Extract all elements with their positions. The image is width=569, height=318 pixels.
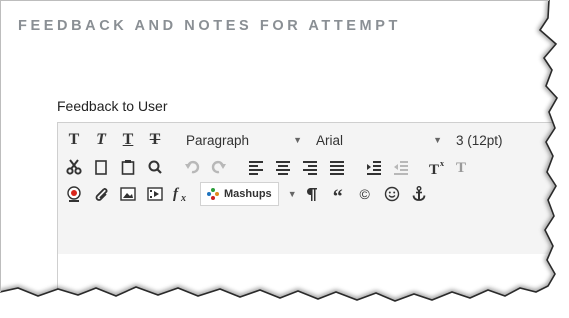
page-frame: FEEDBACK AND NOTES FOR ATTEMPT Feedback …: [0, 0, 569, 318]
torn-edge-overlay: [0, 0, 569, 318]
